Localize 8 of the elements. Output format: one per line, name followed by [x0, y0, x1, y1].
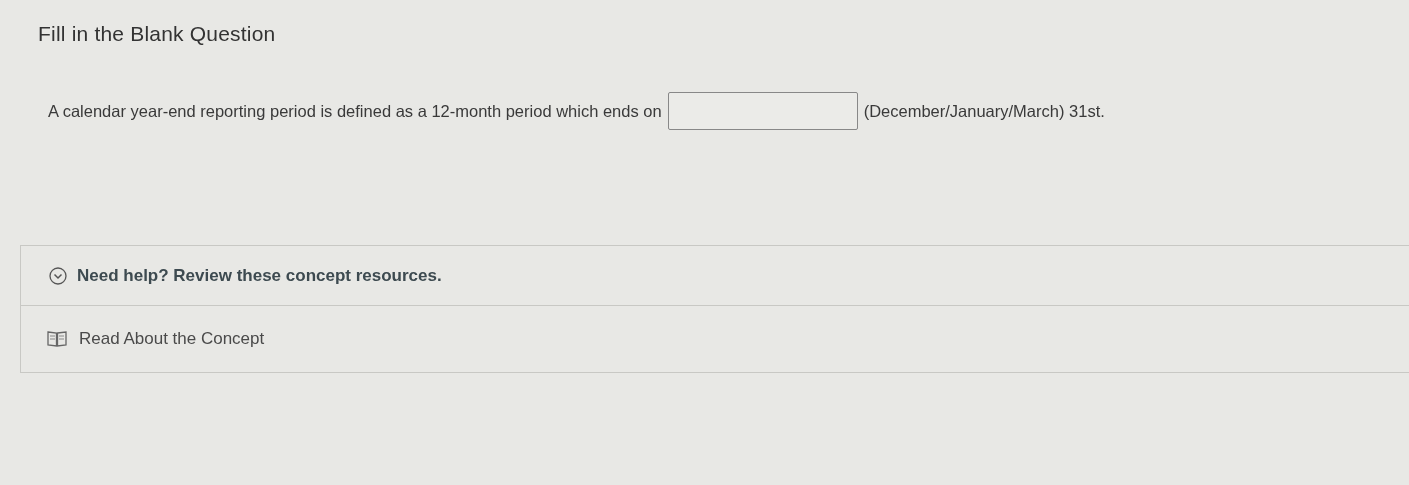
question-title: Fill in the Blank Question [37, 21, 277, 46]
question-text: A calendar year-end reporting period is defined as a 12-month period which ends on [48, 101, 662, 121]
chevron-circle-icon [49, 266, 67, 285]
answer-box[interactable] [667, 92, 858, 130]
question-text: (December/January/March) 31st. [863, 101, 1105, 121]
resource-link[interactable]: Read About the Concept [21, 306, 1409, 372]
help-toggle[interactable]: Need help? Review these concept resources. [21, 246, 1409, 306]
book-icon [47, 330, 67, 348]
